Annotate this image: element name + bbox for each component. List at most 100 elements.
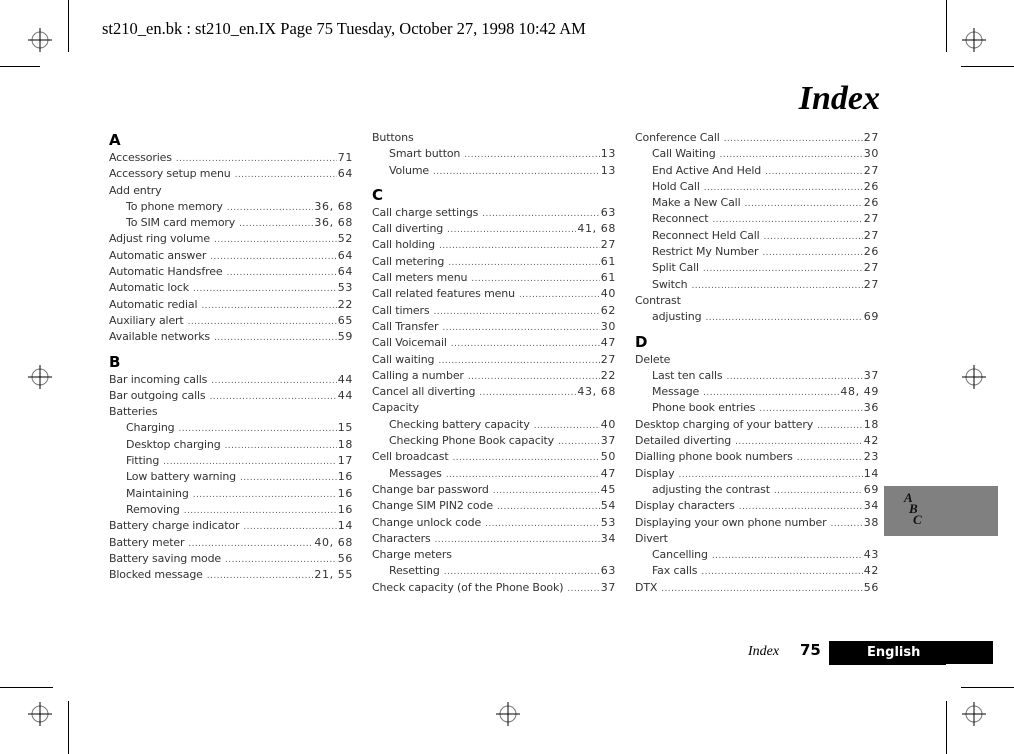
entry-page-numbers: 14 [337, 519, 353, 533]
registration-mark-icon [28, 28, 52, 52]
entry-page-numbers: 64 [337, 167, 353, 181]
dot-leader [451, 336, 600, 352]
abc-icon: A B C [902, 491, 922, 527]
entry-label: Phone book entries [652, 401, 756, 415]
dot-leader [479, 385, 576, 401]
entry-page-numbers: 18 [337, 437, 353, 451]
entry-label: Reconnect [652, 212, 709, 226]
dot-leader [188, 314, 337, 330]
entry-label: End Active And Held [652, 163, 762, 177]
dot-leader [712, 212, 862, 228]
index-letter-heading: B [109, 352, 121, 371]
entry-label: Last ten calls [652, 368, 723, 382]
index-subentry: Fax calls 42 [635, 563, 879, 579]
dot-leader [201, 298, 336, 314]
entry-page-numbers: 47 [600, 466, 616, 480]
crop-mark [946, 701, 947, 754]
entry-page-numbers: 42 [863, 434, 879, 448]
index-entry: Automatic redial 22 [109, 297, 353, 313]
entry-page-numbers: 37 [600, 434, 616, 448]
index-letter-heading: A [109, 131, 121, 149]
index-subentry: To phone memory 36, 68 [109, 199, 353, 215]
index-subentry: Reconnect 27 [635, 211, 879, 227]
entry-page-numbers: 71 [337, 151, 353, 164]
language-label: English [867, 645, 921, 660]
index-entry: Call related features menu 40 [372, 286, 616, 302]
dot-leader [188, 536, 313, 552]
index-entry: Automatic lock 53 [109, 280, 353, 296]
dot-leader [703, 261, 863, 277]
entry-page-numbers: 56 [337, 551, 353, 565]
entry-page-numbers: 56 [863, 580, 879, 594]
index-entry: Call metering 61 [372, 254, 616, 270]
entry-page-numbers: 48, 49 [840, 385, 879, 399]
dot-leader [691, 278, 862, 294]
index-subentry: adjusting the contrast 69 [635, 482, 879, 498]
index-entry: Battery charge indicator 14 [109, 518, 353, 534]
entry-label: Call metering [372, 254, 445, 268]
index-subentry: Low battery warning 16 [109, 469, 353, 485]
entry-page-numbers: 13 [600, 163, 616, 177]
entry-label: Blocked message [109, 568, 203, 582]
index-letter-heading: C [372, 185, 384, 204]
entry-page-numbers: 40 [600, 417, 616, 431]
entry-page-numbers: 27 [863, 131, 879, 144]
registration-mark-icon [962, 28, 986, 52]
dot-leader [704, 180, 863, 196]
entry-label: Calling a number [372, 368, 464, 382]
dot-leader [214, 232, 337, 248]
registration-mark-icon [962, 365, 986, 389]
index-entry: Conference Call 27 [635, 130, 879, 146]
entry-label: Dialling phone book numbers [635, 450, 793, 464]
index-entry: Available networks 59 [109, 329, 353, 345]
entry-label: Display [635, 466, 675, 480]
index-entry: Call Voicemail 47 [372, 335, 616, 351]
entry-page-numbers: 17 [337, 454, 353, 468]
footer-section-label: Index [748, 644, 780, 659]
index-entry: Charge meters [372, 547, 616, 563]
index-entry: Bar incoming calls 44 [109, 372, 353, 388]
entry-page-numbers: 54 [600, 499, 616, 513]
entry-page-numbers: 36, 68 [314, 216, 353, 230]
index-entry: Cell broadcast 50 [372, 449, 616, 465]
entry-page-numbers: 37 [863, 368, 879, 382]
entry-label: Battery meter [109, 535, 185, 549]
index-letter-heading: D [635, 332, 648, 351]
index-entry: Displaying your own phone number 38 [635, 515, 879, 531]
index-entry: Desktop charging of your battery 18 [635, 417, 879, 433]
crop-mark [946, 0, 947, 52]
dot-leader [179, 421, 337, 437]
abc-letter-c: C [913, 512, 922, 527]
index-subentry: Checking battery capacity 40 [372, 417, 616, 433]
index-subentry: Hold Call 26 [635, 179, 879, 195]
entry-label: Display characters [635, 499, 735, 513]
dot-leader [163, 454, 337, 470]
index-entry: Automatic answer 64 [109, 248, 353, 264]
index-entry: Display 14 [635, 466, 879, 482]
entry-page-numbers: 13 [600, 147, 616, 161]
index-entry: DTX 56 [635, 580, 879, 596]
entry-page-numbers: 27 [863, 212, 879, 226]
entry-label: Detailed diverting [635, 434, 732, 448]
entry-label: Call holding [372, 238, 435, 252]
print-header-stamp: st210_en.bk : st210_en.IX Page 75 Tuesda… [102, 19, 586, 38]
entry-label: Capacity [372, 401, 419, 415]
dot-leader [211, 373, 337, 389]
index-entry: Automatic Handsfree 64 [109, 264, 353, 280]
index-entry: Cancel all diverting 43, 68 [372, 384, 616, 400]
index-entry: Auxiliary alert 65 [109, 313, 353, 329]
index-subentry: Volume 13 [372, 163, 616, 179]
entry-label: Auxiliary alert [109, 313, 184, 327]
entry-label: Restrict My Number [652, 245, 759, 259]
page-title: Index [798, 80, 880, 117]
entry-page-numbers: 30 [600, 319, 616, 333]
entry-page-numbers: 26 [863, 179, 879, 193]
entry-label: Check capacity (of the Phone Book) [372, 580, 564, 594]
index-entry: Batteries [109, 404, 353, 420]
index-entry: Capacity [372, 400, 616, 416]
entry-label: Maintaining [126, 486, 189, 500]
entry-page-numbers: 22 [600, 368, 616, 382]
dot-leader [444, 564, 600, 580]
entry-page-numbers: 44 [337, 372, 353, 386]
entry-page-numbers: 16 [337, 470, 353, 484]
